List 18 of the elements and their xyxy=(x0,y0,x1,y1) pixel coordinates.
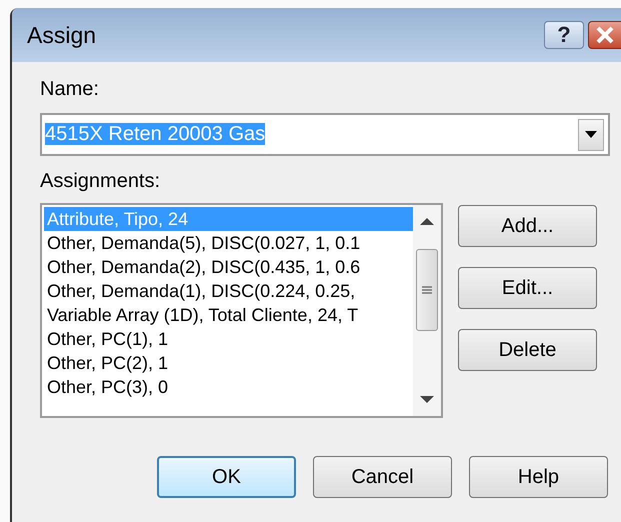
list-item[interactable]: Other, Demanda(5), DISC(0.027, 1, 0.1 xyxy=(44,231,413,255)
list-item[interactable]: Variable Array (1D), Total Cliente, 24, T xyxy=(44,303,413,327)
list-item[interactable]: Other, PC(1), 1 xyxy=(44,327,413,351)
window-title: Assign xyxy=(27,22,98,48)
dialog-button[interactable]: Cancel xyxy=(313,456,452,498)
side-button[interactable]: Delete xyxy=(458,329,597,371)
dialog-button[interactable]: Help xyxy=(469,456,608,498)
assignments-label: Assignments: xyxy=(40,170,162,193)
name-value: 4515X Reten 20003 Gas xyxy=(45,123,266,145)
list-item[interactable]: Other, Demanda(1), DISC(0.224, 0.25, xyxy=(44,279,413,303)
list-item[interactable]: Other, PC(2), 1 xyxy=(44,351,413,375)
side-button[interactable]: Add... xyxy=(458,205,597,247)
help-button[interactable]: ? xyxy=(544,21,584,49)
side-button[interactable]: Edit... xyxy=(458,267,597,309)
name-label: Name: xyxy=(40,78,100,101)
list-item[interactable]: Other, Demanda(2), DISC(0.435, 1, 0.6 xyxy=(44,255,413,279)
list-item[interactable]: Other, PC(3), 0 xyxy=(44,375,413,399)
dialog-button[interactable]: OK xyxy=(157,456,296,498)
